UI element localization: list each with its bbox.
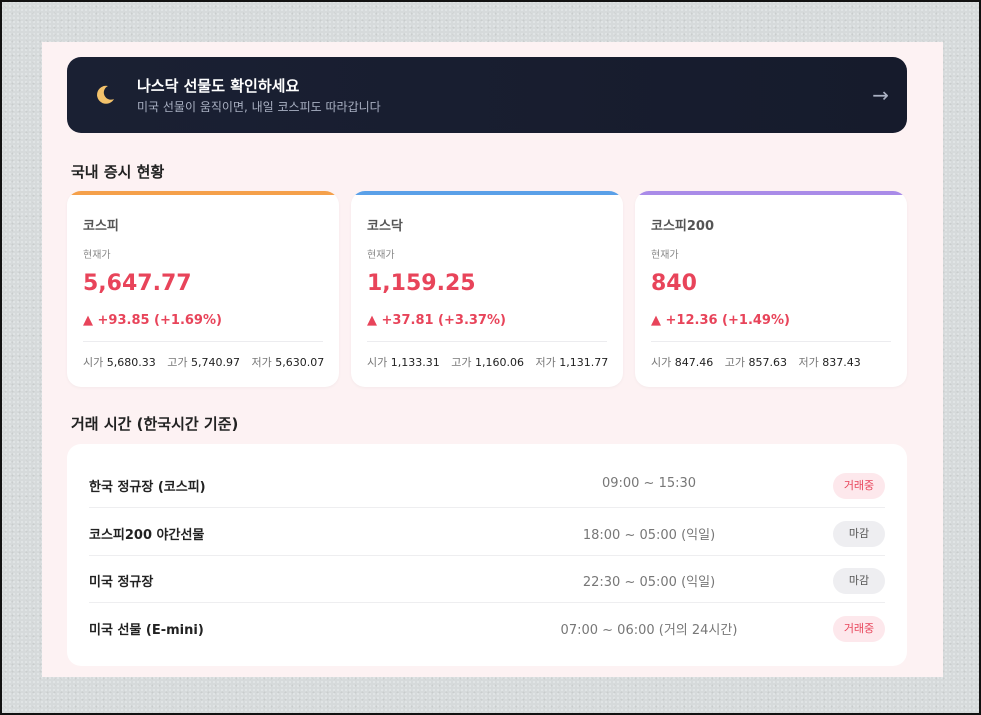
current-price: 5,647.77 — [83, 271, 192, 296]
market-name: 코스피200 야간선물 — [89, 528, 205, 543]
market-hours: 09:00 ~ 15:30 — [601, 476, 697, 491]
market-hours: 07:00 ~ 06:00 (거의 24시간) — [560, 623, 738, 638]
card-accent-bar — [635, 191, 907, 195]
index-card-kospi[interactable]: 코스피 현재가 5,647.77 ▲ +93.85 (+1.69%) 시가 5,… — [67, 191, 339, 387]
high-value: 5,740.97 — [190, 356, 240, 369]
open-label: 시가 — [367, 356, 388, 369]
status-badge: 마감 — [833, 568, 885, 594]
market-hours: 18:00 ~ 05:00 (익일) — [582, 528, 716, 543]
status-badge: 거래중 — [833, 473, 885, 499]
ohl-row: 시가 5,680.33 고가 5,740.97 저가 5,630.07 — [83, 354, 324, 370]
current-price-label: 현재가 — [83, 250, 111, 261]
list-item: 미국 선물 (E-mini) 07:00 ~ 06:00 (거의 24시간) 거… — [89, 603, 885, 651]
card-accent-bar — [67, 191, 339, 195]
open-value: 1,133.31 — [390, 356, 440, 369]
arrow-right-icon[interactable]: → — [872, 83, 889, 107]
low-label: 저가 — [251, 356, 272, 369]
divider — [83, 341, 323, 342]
index-name: 코스피 — [83, 219, 119, 234]
open-label: 시가 — [651, 356, 672, 369]
market-name: 한국 정규장 (코스피) — [89, 480, 206, 495]
market-hours: 22:30 ~ 05:00 (익일) — [582, 575, 716, 590]
market-name: 미국 정규장 — [89, 575, 154, 590]
market-name: 미국 선물 (E-mini) — [89, 623, 204, 638]
banner-subtitle: 미국 선물이 움직이면, 내일 코스피도 따라갑니다 — [137, 100, 381, 114]
list-item: 한국 정규장 (코스피) 09:00 ~ 15:30 거래중 — [89, 460, 885, 508]
index-name: 코스피200 — [651, 219, 715, 234]
high-value: 857.63 — [748, 356, 788, 369]
current-price: 840 — [651, 271, 697, 296]
high-value: 1,160.06 — [474, 356, 524, 369]
divider — [651, 341, 891, 342]
status-badge: 거래중 — [833, 616, 885, 642]
index-card-kospi200[interactable]: 코스피200 현재가 840 ▲ +12.36 (+1.49%) 시가 847.… — [635, 191, 907, 387]
ohl-row: 시가 847.46 고가 857.63 저가 837.43 — [651, 354, 861, 370]
low-value: 5,630.07 — [275, 356, 325, 369]
price-change: ▲ +12.36 (+1.49%) — [651, 313, 790, 328]
list-item: 미국 정규장 22:30 ~ 05:00 (익일) 마감 — [89, 555, 885, 603]
main-panel: 나스닥 선물도 확인하세요 미국 선물이 움직이면, 내일 코스피도 따라갑니다… — [42, 42, 943, 677]
current-price: 1,159.25 — [367, 271, 476, 296]
current-price-label: 현재가 — [367, 250, 395, 261]
card-accent-bar — [351, 191, 623, 195]
index-name: 코스닥 — [367, 219, 403, 234]
open-value: 5,680.33 — [106, 356, 156, 369]
low-value: 1,131.77 — [559, 356, 609, 369]
trading-hours-title: 거래 시간 (한국시간 기준) — [71, 415, 239, 433]
banner-title: 나스닥 선물도 확인하세요 — [137, 77, 300, 95]
high-label: 고가 — [724, 356, 745, 369]
open-value: 847.46 — [674, 356, 714, 369]
price-change: ▲ +37.81 (+3.37%) — [367, 313, 506, 328]
open-label: 시가 — [83, 356, 104, 369]
divider — [367, 341, 607, 342]
status-badge: 마감 — [833, 521, 885, 547]
low-label: 저가 — [535, 356, 556, 369]
nasdaq-futures-banner[interactable]: 나스닥 선물도 확인하세요 미국 선물이 움직이면, 내일 코스피도 따라갑니다… — [67, 57, 907, 133]
low-label: 저가 — [798, 356, 819, 369]
low-value: 837.43 — [822, 356, 861, 369]
high-label: 고가 — [167, 356, 188, 369]
trading-hours-list: 한국 정규장 (코스피) 09:00 ~ 15:30 거래중 코스피200 야간… — [67, 444, 907, 666]
domestic-market-title: 국내 증시 현황 — [71, 163, 165, 181]
moon-icon — [93, 83, 117, 107]
high-label: 고가 — [451, 356, 472, 369]
current-price-label: 현재가 — [651, 250, 679, 261]
index-card-kosdaq[interactable]: 코스닥 현재가 1,159.25 ▲ +37.81 (+3.37%) 시가 1,… — [351, 191, 623, 387]
ohl-row: 시가 1,133.31 고가 1,160.06 저가 1,131.77 — [367, 354, 608, 370]
price-change: ▲ +93.85 (+1.69%) — [83, 313, 222, 328]
list-item: 코스피200 야간선물 18:00 ~ 05:00 (익일) 마감 — [89, 508, 885, 556]
